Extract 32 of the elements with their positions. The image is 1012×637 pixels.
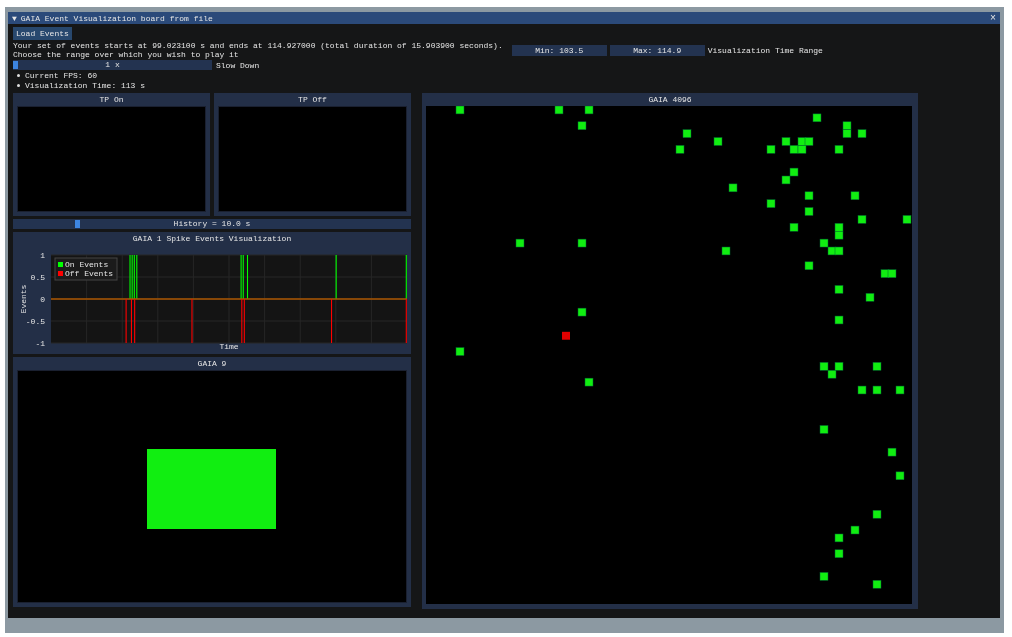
slider-thumb[interactable] xyxy=(74,220,80,228)
x-axis-label: Time xyxy=(219,342,239,351)
y-tick-label: 0.5 xyxy=(30,272,45,282)
legend-label: Off Events xyxy=(65,269,113,278)
panel-title: GAIA 4096 xyxy=(647,94,693,106)
panel-title: TP On xyxy=(98,94,125,106)
history-slider[interactable]: History = 10.0 s xyxy=(13,219,411,229)
y-tick-label: 0 xyxy=(40,294,45,304)
y-tick-label: -0.5 xyxy=(25,316,45,326)
y-axis-label: Events xyxy=(19,284,28,314)
slider-thumb[interactable] xyxy=(13,61,18,69)
panel-title: TP Off xyxy=(297,94,328,106)
bullet-icon xyxy=(17,74,20,77)
stat-text: Visualization Time: 113 s xyxy=(25,81,146,90)
min-field[interactable]: Min: 103.5 xyxy=(511,44,607,56)
load-events-button[interactable]: Load Events xyxy=(13,27,72,40)
bullet-icon xyxy=(17,84,20,87)
max-field[interactable]: Max: 114.9 xyxy=(609,44,705,56)
window-title: GAIA Event Visualization board from file xyxy=(20,13,214,23)
description-text: Your set of events starts at 99.023100 s and ends at 114.927000 (total duration of 15.903900 seconds). xyxy=(13,41,503,50)
y-tick-label: 1 xyxy=(40,250,45,260)
range-label: Visualization Time Range xyxy=(707,45,823,55)
close-button[interactable]: × xyxy=(990,12,996,24)
collapse-arrow[interactable]: ▼ xyxy=(12,13,17,23)
panel-title: GAIA 9 xyxy=(196,358,228,370)
description-text: Choose the range over which you wish to play it xyxy=(13,50,240,59)
legend-label: On Events xyxy=(65,260,109,269)
speed-label: Slow Down xyxy=(216,60,260,70)
stat-text: Current FPS: 60 xyxy=(25,71,97,80)
speed-slider[interactable]: 1 x xyxy=(13,60,212,70)
chart-title: GAIA 1 Spike Events Visualization xyxy=(131,233,293,245)
y-tick-label: -1 xyxy=(35,338,45,348)
